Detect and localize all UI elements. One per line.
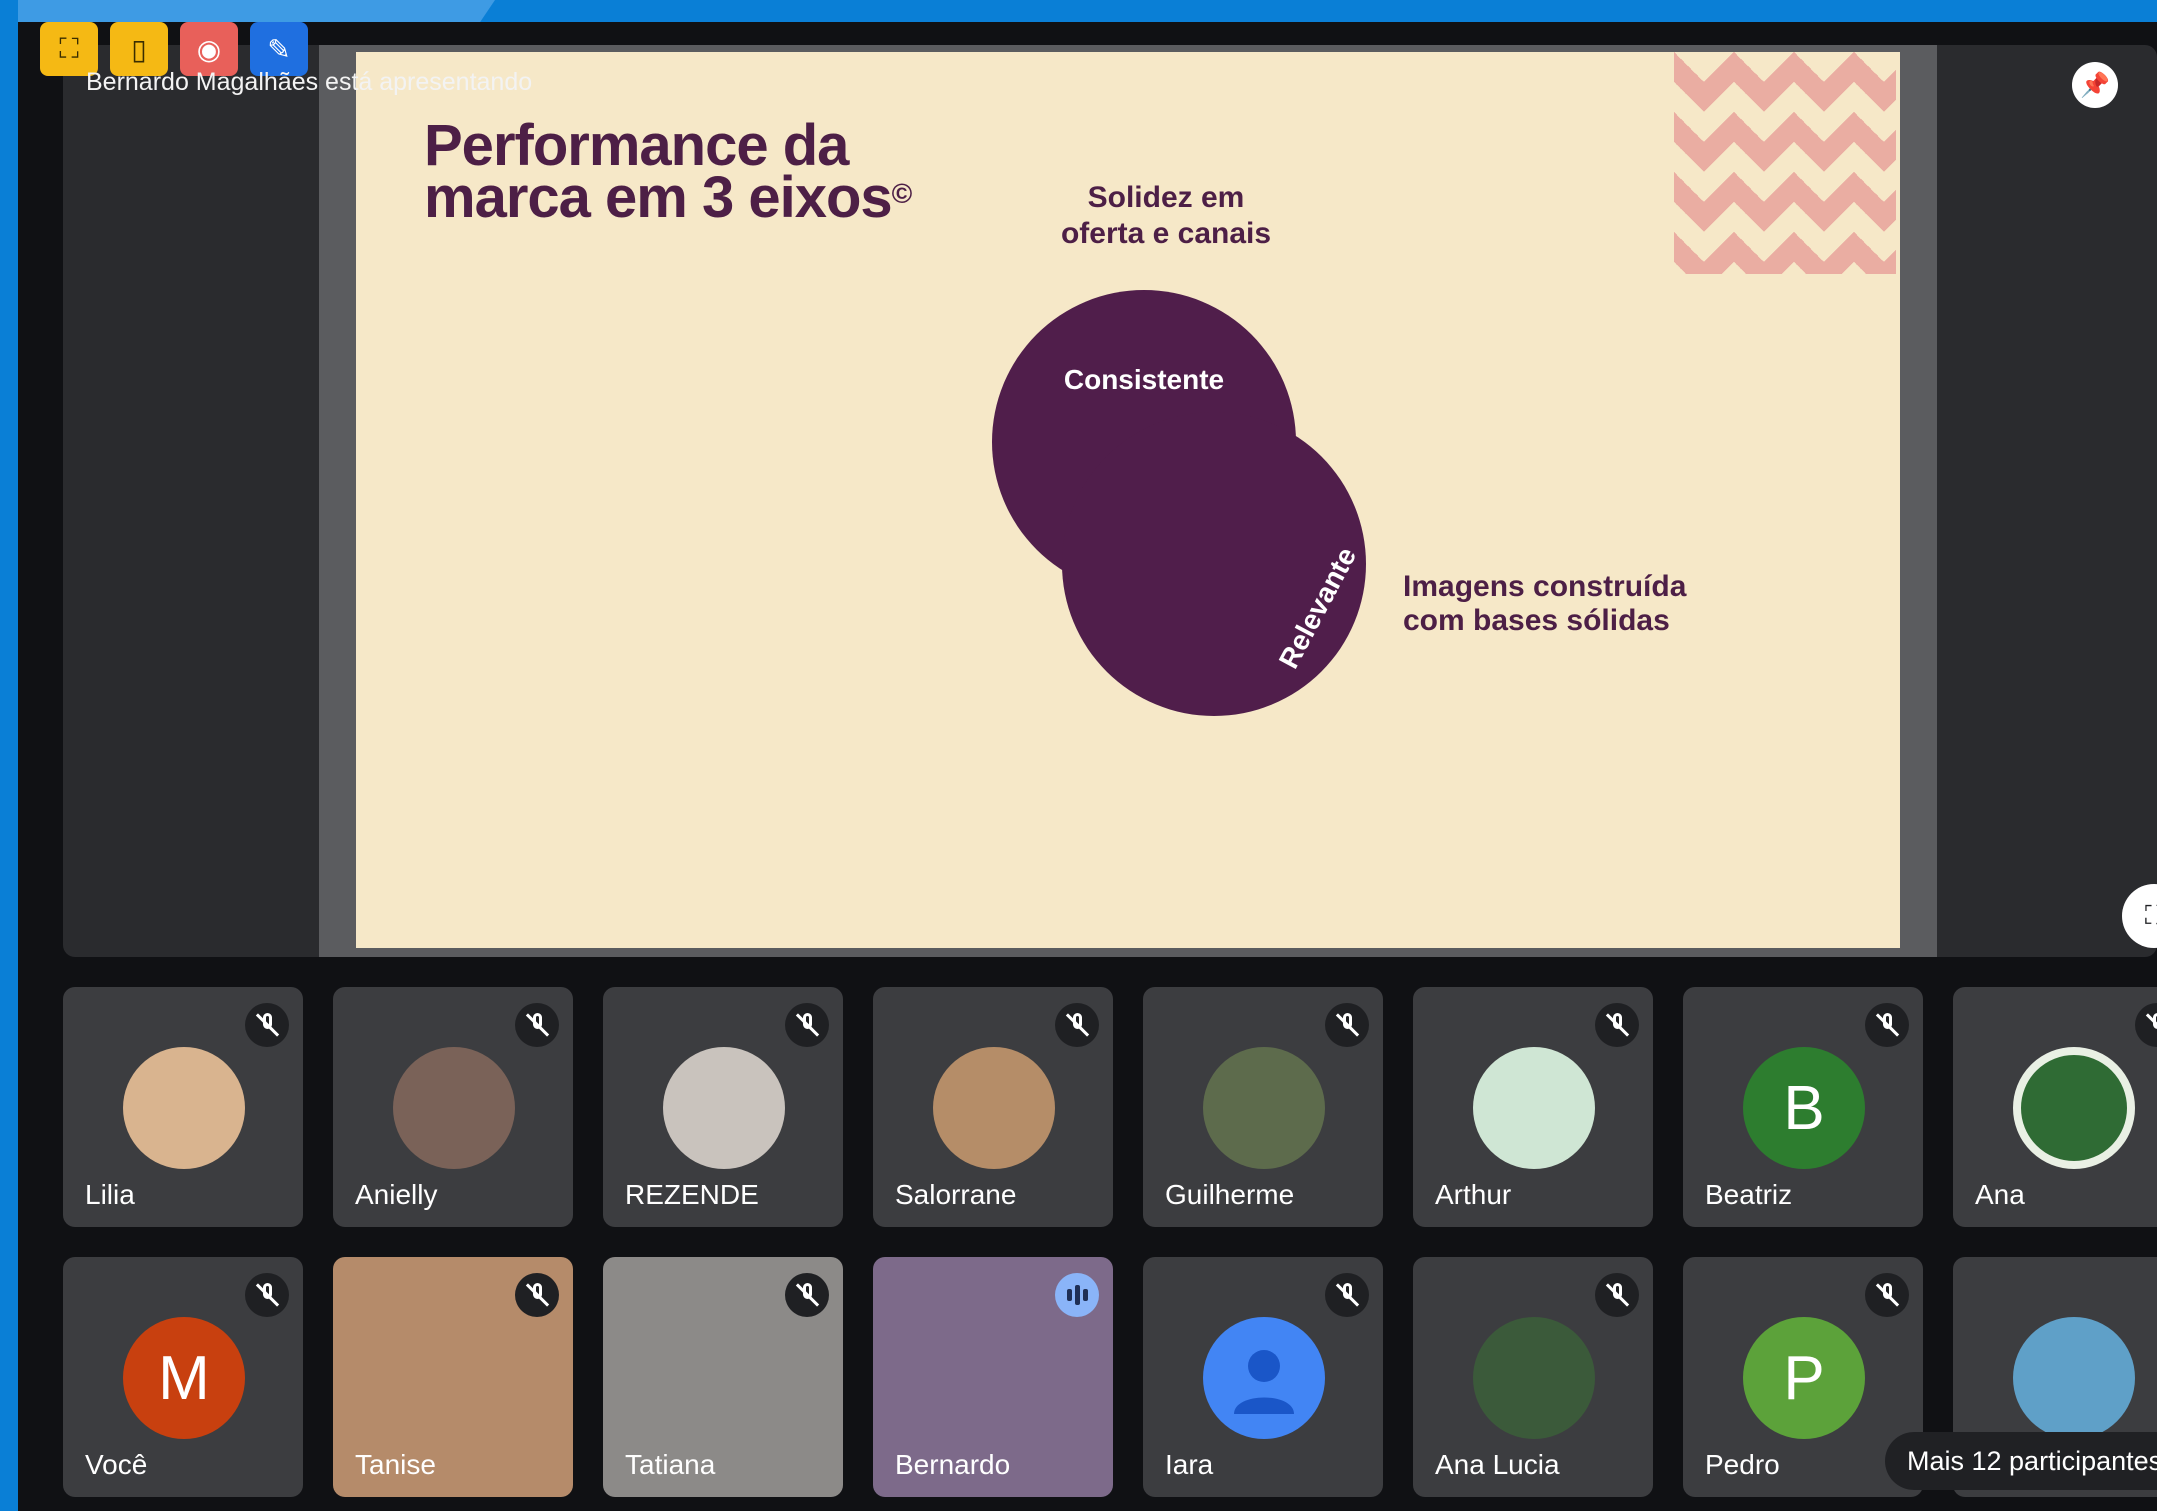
door-icon: ▯ <box>131 33 147 65</box>
participant-tile[interactable]: Ana <box>1953 987 2157 1227</box>
mic-off-icon <box>785 1003 829 1047</box>
expand-icon: ⛶ <box>2144 900 2157 930</box>
mic-off-icon <box>1325 1273 1369 1317</box>
circle-relevante <box>1062 412 1366 716</box>
avatar: M <box>123 1317 245 1439</box>
participant-name: Anielly <box>355 1179 438 1210</box>
window-top-bar-highlight <box>0 0 495 22</box>
participant-name: REZENDE <box>625 1179 759 1210</box>
avatar <box>663 1047 785 1169</box>
participant-name: Tatiana <box>625 1449 716 1480</box>
slide-title: Performance da marca em 3 eixos© <box>424 117 984 227</box>
presenter-banner: Bernardo Magalhães está apresentando <box>86 68 533 96</box>
label-solidez: Solidez em oferta e canais <box>1016 180 1316 252</box>
participant-tile[interactable]: Lilia <box>63 987 303 1227</box>
mic-off-icon <box>785 1273 829 1317</box>
participant-name: Ana Lucia <box>1435 1449 1560 1480</box>
copyright-mark: © <box>891 178 913 209</box>
avatar <box>2013 1317 2135 1439</box>
participant-tile[interactable]: B Beatriz <box>1683 987 1923 1227</box>
participant-tile[interactable]: Anielly <box>333 987 573 1227</box>
avatar <box>1203 1047 1325 1169</box>
mic-off-icon <box>1055 1003 1099 1047</box>
participant-name: Iara <box>1165 1449 1214 1480</box>
label-imagens: Imagens construída com bases sólidas <box>1403 570 1763 638</box>
avatar: P <box>1743 1317 1865 1439</box>
participant-name: Arthur <box>1435 1179 1512 1210</box>
mic-off-icon <box>245 1273 289 1317</box>
avatar <box>2013 1047 2135 1169</box>
window-left-edge <box>0 0 18 1511</box>
avatar <box>933 1047 1055 1169</box>
slide-control-icon: ⛶ <box>59 32 79 64</box>
participant-tile[interactable]: Ana Lucia <box>1413 1257 1653 1497</box>
avatar <box>1473 1047 1595 1169</box>
participant-name: Salorrane <box>895 1179 1017 1210</box>
mic-off-icon <box>1595 1003 1639 1047</box>
presented-slide: Performance da marca em 3 eixos© Solidez… <box>356 52 1900 948</box>
participant-tile[interactable]: Iara <box>1143 1257 1383 1497</box>
mic-off-icon <box>515 1273 559 1317</box>
participant-name: Tanise <box>355 1449 436 1480</box>
circle-label-consistente: Consistente <box>1063 364 1225 395</box>
participant-video-tile[interactable]: Tatiana <box>603 1257 843 1497</box>
participant-name: Beatriz <box>1705 1179 1793 1210</box>
participant-name: Ana <box>1975 1179 2025 1210</box>
participant-tile[interactable]: M Você <box>63 1257 303 1497</box>
participant-tile[interactable]: Guilherme <box>1143 987 1383 1227</box>
label-imagens-line2: com bases sólidas <box>1403 604 1670 637</box>
label-solidez-line2: oferta e canais <box>1060 217 1272 250</box>
participant-tile[interactable]: Arthur <box>1413 987 1653 1227</box>
participant-name: Guilherme <box>1165 1179 1295 1210</box>
pen-icon: ✎ <box>267 33 291 65</box>
participant-tile[interactable]: Salorrane <box>873 987 1113 1227</box>
record-icon: ◉ <box>196 33 222 65</box>
participant-name: Você <box>85 1449 148 1480</box>
more-participants-button[interactable]: Mais 12 participantes <box>1885 1432 2157 1490</box>
participant-video-tile[interactable]: Tanise <box>333 1257 573 1497</box>
avatar <box>393 1047 515 1169</box>
mic-off-icon <box>515 1003 559 1047</box>
slide-title-line2: marca em 3 eixos <box>424 165 893 230</box>
participant-video-tile[interactable]: Bernardo <box>873 1257 1113 1497</box>
participant-name: Bernardo <box>895 1449 1011 1480</box>
chevron-pattern <box>1674 52 1896 274</box>
participant-tile[interactable]: REZENDE <box>603 987 843 1227</box>
mic-off-icon <box>1595 1273 1639 1317</box>
mic-off-icon <box>1865 1003 1909 1047</box>
mic-off-icon <box>2135 1003 2157 1047</box>
pin-button[interactable]: 📌 <box>2072 62 2118 108</box>
avatar: B <box>1743 1047 1865 1169</box>
mic-off-icon <box>1325 1003 1369 1047</box>
default-avatar-icon <box>1203 1317 1325 1439</box>
participant-name: Pedro <box>1705 1449 1780 1480</box>
participant-name: Lilia <box>85 1179 135 1210</box>
mic-off-icon <box>245 1003 289 1047</box>
avatar <box>123 1047 245 1169</box>
mic-off-icon <box>1865 1273 1909 1317</box>
pin-icon: 📌 <box>2080 71 2110 99</box>
speaking-indicator-icon <box>1055 1273 1099 1317</box>
label-solidez-line1: Solidez em <box>1087 181 1245 214</box>
avatar <box>1473 1317 1595 1439</box>
label-imagens-line1: Imagens construída <box>1403 570 1687 603</box>
